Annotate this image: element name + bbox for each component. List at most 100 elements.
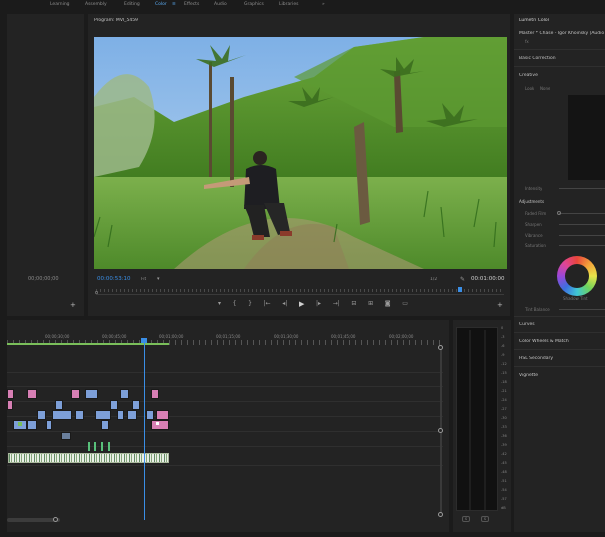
timeline-clip[interactable] xyxy=(75,410,84,420)
mark-in-icon[interactable]: { xyxy=(233,300,237,308)
workspace-editing[interactable]: Editing xyxy=(124,2,140,7)
workspace-audio[interactable]: Audio xyxy=(214,2,227,7)
tint-balance-label: Tint Balance xyxy=(525,307,550,312)
section-hsl-secondary[interactable]: HSL Secondary xyxy=(519,356,553,361)
program-title[interactable]: Program: MVI_5459 xyxy=(94,18,138,23)
menu-icon[interactable]: ≡ xyxy=(172,2,176,7)
solo-right-button[interactable]: S xyxy=(481,516,489,522)
audio-marker[interactable] xyxy=(88,442,90,451)
extract-icon[interactable]: ⊞ xyxy=(368,300,373,308)
tint-balance-slider[interactable] xyxy=(559,309,605,310)
audio-marker[interactable] xyxy=(101,442,103,451)
step-forward-icon[interactable]: |▸ xyxy=(316,300,321,308)
lumetri-title[interactable]: Lumetri Color xyxy=(519,18,549,23)
workspace-graphics[interactable]: Graphics xyxy=(244,2,264,7)
section-creative[interactable]: Creative xyxy=(519,73,538,78)
go-to-out-icon[interactable]: →| xyxy=(333,300,340,308)
timeline-clip[interactable] xyxy=(46,420,52,430)
meter-scale-label: -42 xyxy=(501,452,507,456)
source-monitor xyxy=(7,14,84,316)
divider xyxy=(514,332,605,333)
timeline-clip[interactable] xyxy=(110,400,118,410)
comparison-view-icon[interactable]: ▭ xyxy=(402,300,408,308)
more-workspaces-button[interactable]: » xyxy=(322,2,325,7)
look-select[interactable]: None xyxy=(540,86,550,91)
workspace-effects[interactable]: Effects xyxy=(184,2,199,7)
scroll-knob[interactable] xyxy=(438,512,443,517)
step-back-icon[interactable]: ◂| xyxy=(282,300,287,308)
fx-toggle-icon[interactable]: fx xyxy=(525,39,529,44)
timeline-clip[interactable] xyxy=(156,410,169,420)
workspace-libraries[interactable]: Libraries xyxy=(279,2,298,7)
lumetri-clip-label[interactable]: Master * Chase - Igor Khoinsky [Audio Li… xyxy=(519,31,605,36)
scroll-knob[interactable] xyxy=(438,428,443,433)
audio-marker[interactable] xyxy=(108,442,110,451)
program-playhead[interactable] xyxy=(458,287,462,292)
mark-out-icon[interactable]: } xyxy=(248,300,252,308)
clip-marker xyxy=(18,422,22,426)
vibrance-label: Vibrance xyxy=(525,233,543,238)
scroll-knob[interactable] xyxy=(438,345,443,350)
add-marker-icon[interactable]: ▾ xyxy=(218,300,221,308)
chevron-down-icon[interactable]: ▾ xyxy=(157,276,160,282)
timeline-clip[interactable] xyxy=(55,400,63,410)
workspace-learning[interactable]: Learning xyxy=(50,2,70,7)
wrench-icon[interactable]: ✎ xyxy=(460,276,465,283)
timeline-clip[interactable] xyxy=(117,410,124,420)
timeline-clip[interactable] xyxy=(132,400,140,410)
divider xyxy=(514,316,605,317)
workspace-bar: Learning Assembly Editing Color ≡ Effect… xyxy=(0,0,605,10)
sharpen-slider[interactable] xyxy=(559,224,605,225)
section-basic-correction[interactable]: Basic Correction xyxy=(519,56,556,61)
zoom-fit-select[interactable]: Fit xyxy=(141,277,146,282)
add-button-icon[interactable]: + xyxy=(70,301,76,309)
timeline-clip[interactable] xyxy=(61,432,71,440)
timeline-clip[interactable] xyxy=(151,389,159,399)
section-curves[interactable]: Curves xyxy=(519,322,535,327)
faded-film-slider[interactable] xyxy=(559,213,605,214)
source-timecode[interactable]: 00;00;00;00 xyxy=(28,276,59,282)
go-to-in-icon[interactable]: |← xyxy=(264,300,271,308)
button-editor-icon[interactable]: + xyxy=(497,301,503,309)
section-color-wheels-match[interactable]: Color Wheels & Match xyxy=(519,339,569,344)
timeline-clip[interactable] xyxy=(7,389,14,399)
timeline-clip[interactable] xyxy=(85,389,98,399)
timeline-clip[interactable] xyxy=(120,389,129,399)
timeline-clip[interactable] xyxy=(127,410,137,420)
zoom-knob[interactable] xyxy=(53,517,58,522)
program-duration: 00:01:00:00 xyxy=(471,276,505,282)
audio-marker[interactable] xyxy=(94,442,96,451)
program-video-frame[interactable] xyxy=(94,37,507,269)
vibrance-slider[interactable] xyxy=(559,235,605,236)
saturation-slider[interactable] xyxy=(559,245,605,246)
timeline-clip[interactable] xyxy=(151,420,169,430)
faded-film-knob[interactable] xyxy=(557,211,561,215)
timeline-clip[interactable] xyxy=(71,389,80,399)
export-frame-icon[interactable]: ◙ xyxy=(385,300,391,308)
adjustments-toggle[interactable]: Adjustments xyxy=(519,199,544,204)
lift-icon[interactable]: ⊟ xyxy=(351,300,356,308)
timeline-clip[interactable] xyxy=(146,410,154,420)
program-scrub-bar[interactable] xyxy=(96,289,504,295)
intensity-label: Intensity xyxy=(525,186,543,191)
timeline-clip[interactable] xyxy=(52,410,72,420)
play-icon[interactable]: ▶ xyxy=(299,300,304,308)
solo-left-button[interactable]: S xyxy=(462,516,470,522)
intensity-slider[interactable] xyxy=(559,188,605,189)
timeline-clip[interactable] xyxy=(27,420,37,430)
workspace-assembly[interactable]: Assembly xyxy=(85,2,107,7)
divider xyxy=(514,366,605,367)
section-vignette[interactable]: Vignette xyxy=(519,373,538,378)
divider xyxy=(514,49,605,50)
look-preview[interactable] xyxy=(568,95,605,180)
playback-resolution-select[interactable]: 1/2 xyxy=(430,277,437,282)
timeline-clip[interactable] xyxy=(101,420,109,430)
timeline-clip[interactable] xyxy=(27,389,37,399)
program-current-timecode[interactable]: 00:00:53:10 xyxy=(97,276,131,282)
timeline-clip[interactable] xyxy=(37,410,46,420)
timeline-playhead[interactable] xyxy=(144,340,145,520)
timeline-clip[interactable] xyxy=(95,410,111,420)
meter-scale-label: -48 xyxy=(501,470,507,474)
workspace-color[interactable]: Color xyxy=(155,2,167,7)
timeline-clip[interactable] xyxy=(7,400,13,410)
